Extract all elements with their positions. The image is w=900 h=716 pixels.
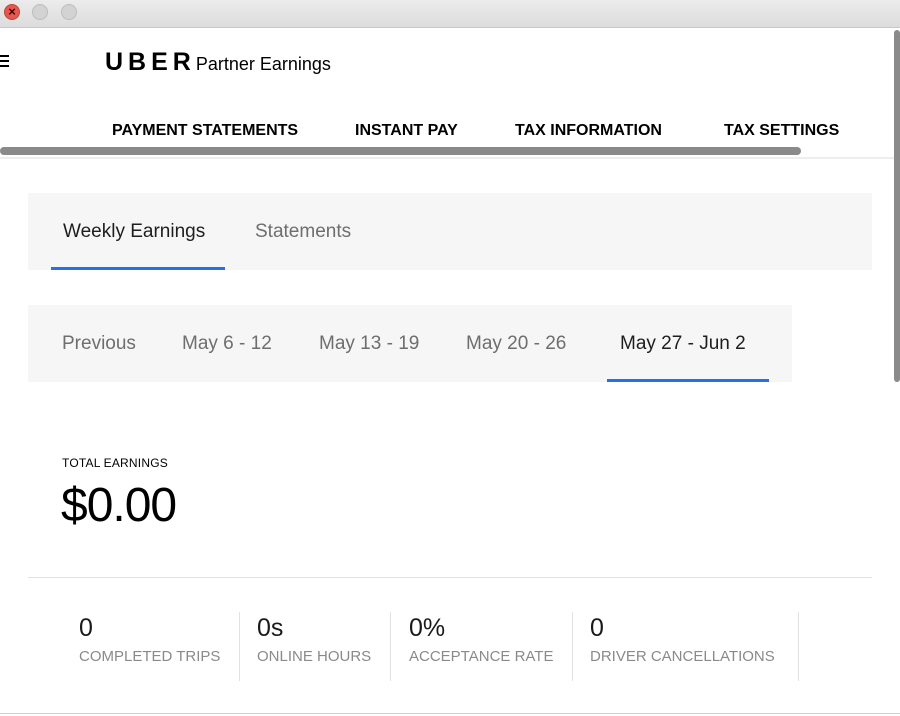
nav-instant-pay[interactable]: INSTANT PAY xyxy=(355,122,458,140)
week-label: May 20 - 26 xyxy=(466,333,567,354)
stat-driver-cancellations: 0 DRIVER CANCELLATIONS xyxy=(590,612,775,682)
active-week-indicator xyxy=(607,379,769,382)
brand-name: UBER xyxy=(105,48,196,76)
stat-separator xyxy=(798,612,799,681)
hamburger-icon[interactable] xyxy=(0,55,9,70)
week-may-6-12[interactable]: May 6 - 12 xyxy=(182,305,272,382)
nav-horizontal-scrollbar[interactable] xyxy=(0,147,801,155)
stat-value: 0s xyxy=(257,614,284,642)
maximize-window-button[interactable] xyxy=(61,4,77,20)
stat-completed-trips: 0 COMPLETED TRIPS xyxy=(79,612,220,682)
stat-separator xyxy=(239,612,240,681)
week-may-13-19[interactable]: May 13 - 19 xyxy=(319,305,419,382)
page-vertical-scrollbar[interactable] xyxy=(894,30,900,382)
total-earnings-label: TOTAL EARNINGS xyxy=(62,456,168,470)
tab-weekly-earnings-label: Weekly Earnings xyxy=(63,221,206,242)
stat-value: 0% xyxy=(409,614,446,642)
stat-separator xyxy=(390,612,391,681)
week-label: May 6 - 12 xyxy=(182,333,272,354)
week-previous[interactable]: Previous xyxy=(62,305,136,382)
week-label: May 27 - Jun 2 xyxy=(620,333,746,354)
week-label: May 13 - 19 xyxy=(319,333,420,354)
stat-separator xyxy=(572,612,573,681)
tab-weekly-earnings[interactable]: Weekly Earnings xyxy=(51,193,225,270)
active-tab-indicator xyxy=(51,267,225,270)
tab-statements-label: Statements xyxy=(255,221,352,242)
nav-tax-settings[interactable]: TAX SETTINGS xyxy=(724,122,839,140)
tab-statements[interactable]: Statements xyxy=(255,193,351,270)
stat-label: COMPLETED TRIPS xyxy=(79,648,221,665)
earnings-tab-bar: Weekly Earnings Statements xyxy=(28,193,872,270)
window-titlebar: × xyxy=(0,0,900,28)
minimize-window-button[interactable] xyxy=(32,4,48,20)
week-may-20-26[interactable]: May 20 - 26 xyxy=(466,305,566,382)
nav-divider xyxy=(0,157,900,159)
close-window-button[interactable]: × xyxy=(4,4,20,20)
nav-payment-statements[interactable]: PAYMENT STATEMENTS xyxy=(112,122,298,140)
stat-label: ACCEPTANCE RATE xyxy=(409,648,554,665)
total-earnings-value: $0.00 xyxy=(61,479,177,532)
product-name: Partner Earnings xyxy=(195,54,331,74)
stat-value: 0 xyxy=(590,614,604,642)
nav-tax-information[interactable]: TAX INFORMATION xyxy=(515,122,662,140)
stat-label: DRIVER CANCELLATIONS xyxy=(590,648,775,665)
stat-label: ONLINE HOURS xyxy=(257,648,372,665)
week-selector: Previous May 6 - 12 May 13 - 19 May 20 -… xyxy=(28,305,792,382)
app-logo: UBER Partner Earnings xyxy=(105,48,331,77)
close-icon: × xyxy=(8,4,16,19)
stat-acceptance-rate: 0% ACCEPTANCE RATE xyxy=(409,612,553,682)
week-may-27-jun-2[interactable]: May 27 - Jun 2 xyxy=(607,305,769,382)
week-previous-label: Previous xyxy=(62,333,136,354)
stat-online-hours: 0s ONLINE HOURS xyxy=(257,612,371,682)
stat-value: 0 xyxy=(79,614,93,642)
section-divider xyxy=(28,577,872,578)
top-navigation: PAYMENT STATEMENTS INSTANT PAY TAX INFOR… xyxy=(0,122,900,144)
bottom-divider xyxy=(0,713,900,714)
